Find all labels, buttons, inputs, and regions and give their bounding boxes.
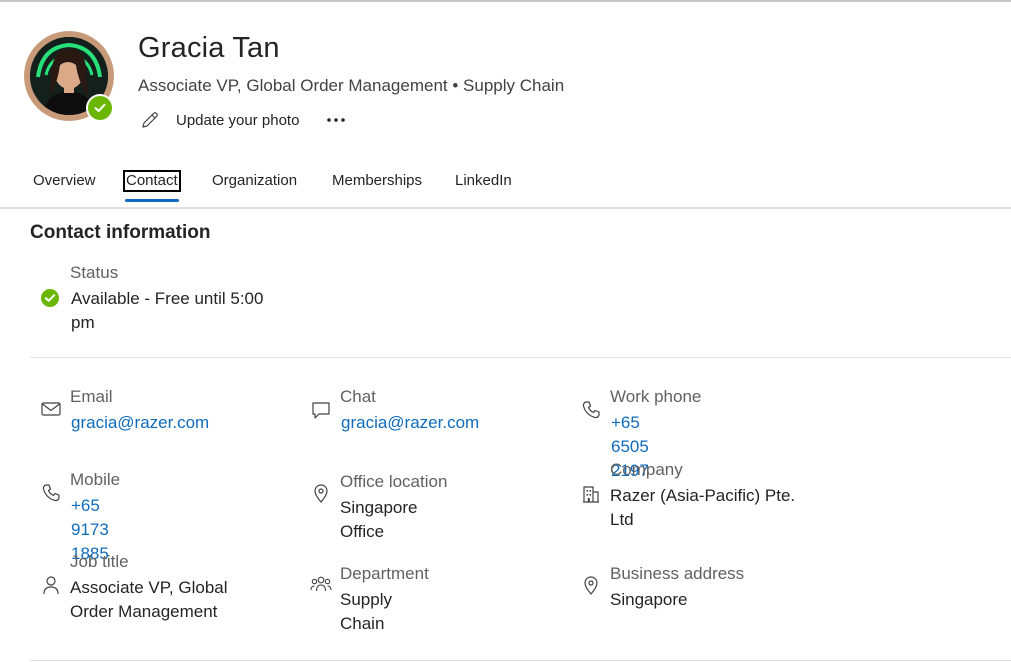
people-icon [310, 573, 332, 595]
field-label: Department [340, 564, 429, 583]
window-top-border [0, 0, 1011, 2]
presence-badge [86, 94, 114, 122]
chat-icon [310, 399, 332, 421]
mail-icon [40, 398, 62, 420]
tab-label: LinkedIn [455, 172, 512, 189]
field-label: Office location [340, 472, 448, 491]
pencil-icon [140, 109, 162, 131]
tab-label: Overview [33, 172, 96, 189]
location-icon [310, 482, 332, 504]
available-check-icon [40, 288, 60, 308]
tab-organization[interactable]: Organization [211, 172, 298, 202]
field-label: Chat [340, 387, 376, 406]
field-label: Work phone [610, 387, 702, 406]
more-options-button[interactable] [322, 108, 350, 132]
tab-overview[interactable]: Overview [32, 172, 97, 202]
department-value: Supply Chain [340, 590, 392, 633]
field-label: Email [70, 387, 113, 406]
job-title-value: Associate VP, Global Order Management [70, 578, 228, 621]
update-photo-button[interactable]: Update your photo [140, 108, 299, 132]
office-location-value: Singapore Office [340, 498, 418, 541]
business-address-value: Singapore [610, 590, 688, 609]
person-icon [40, 574, 62, 596]
status-label: Status [70, 263, 119, 282]
phone-icon [40, 482, 62, 504]
profile-avatar[interactable] [24, 31, 114, 122]
field-label: Business address [610, 564, 745, 583]
divider [30, 660, 1011, 661]
profile-name: Gracia Tan [138, 32, 280, 64]
tab-contact[interactable]: Contact [123, 170, 181, 202]
tab-label: Organization [212, 172, 298, 189]
tab-memberships[interactable]: Memberships [331, 172, 423, 202]
email-link[interactable]: gracia@razer.com [71, 411, 209, 435]
section-title: Contact information [30, 222, 211, 243]
update-photo-label: Update your photo [176, 111, 300, 129]
tab-label: Memberships [332, 172, 423, 189]
company-value: Razer (Asia-Pacific) Pte. Ltd [610, 486, 796, 529]
more-horizontal-icon [327, 118, 345, 122]
chat-link[interactable]: gracia@razer.com [341, 411, 479, 435]
phone-icon [580, 399, 602, 421]
profile-tabs: Overview Contact Organization Membership… [0, 166, 1011, 209]
profile-subtitle: Associate VP, Global Order Management • … [138, 76, 565, 95]
field-label: Mobile [70, 470, 121, 489]
location-icon [580, 574, 602, 596]
status-value: Available - Free until 5:00 pm [71, 289, 264, 332]
field-label: Job title [70, 552, 129, 571]
available-check-icon [88, 96, 112, 120]
tab-label: Contact [123, 170, 181, 192]
tab-linkedin[interactable]: LinkedIn [454, 172, 513, 202]
building-icon [580, 482, 602, 504]
divider [30, 357, 1011, 358]
field-label: Company [610, 460, 683, 479]
